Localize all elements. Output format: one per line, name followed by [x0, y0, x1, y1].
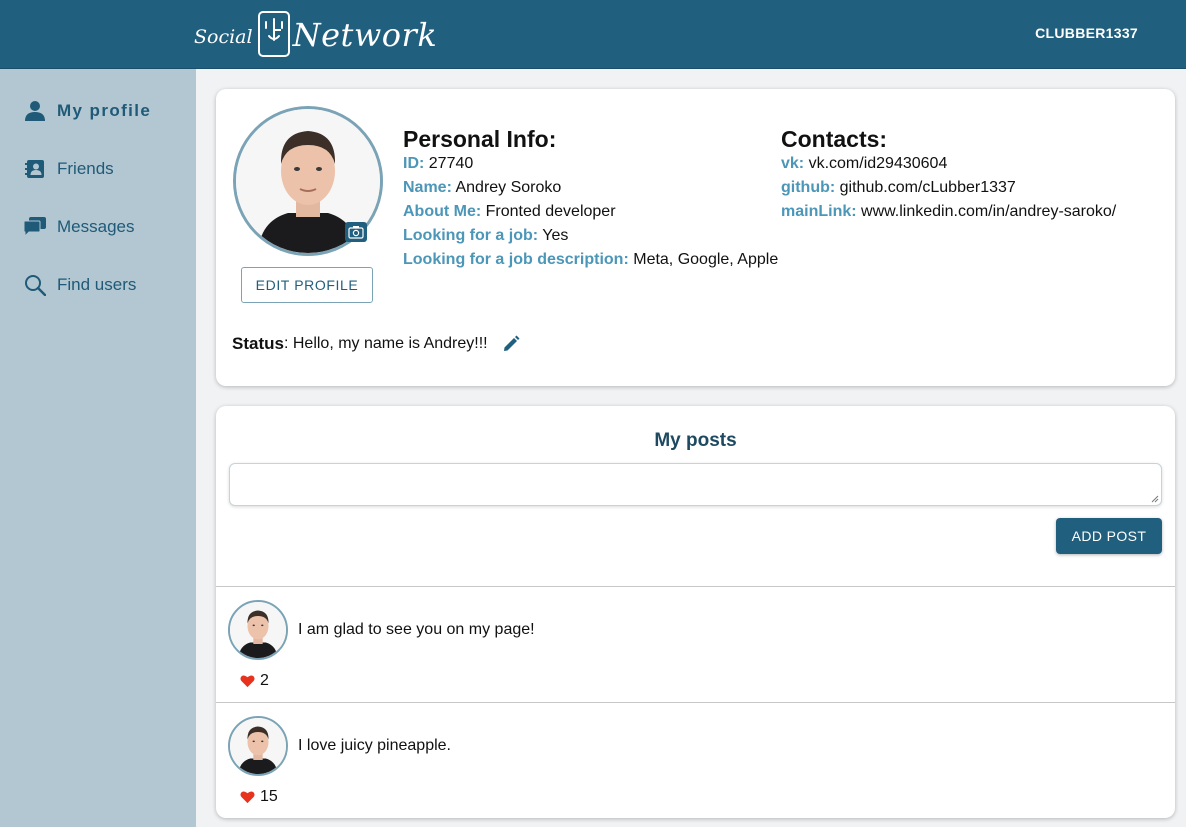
info-name-value: Andrey Soroko	[455, 179, 562, 196]
post-avatar	[228, 600, 288, 660]
info-about: About Me: Fronted developer	[403, 203, 616, 221]
contacts-title: Contacts:	[781, 126, 888, 152]
like-button[interactable]: 15	[240, 788, 278, 806]
sidebar: My profile Friends Messages Find users	[0, 69, 196, 827]
heart-icon	[240, 791, 255, 804]
app-logo[interactable]: Social Network	[194, 6, 437, 62]
contact-mainlink: mainLink: www.linkedin.com/in/andrey-sar…	[781, 203, 1116, 221]
post-item: I am glad to see you on my page! 2	[216, 586, 1175, 703]
top-header: Social Network CLUBBER1337	[0, 0, 1186, 69]
like-count: 15	[260, 788, 278, 805]
resize-handle-icon[interactable]	[1151, 495, 1159, 503]
sidebar-item-label: My profile	[57, 101, 152, 120]
post-author-photo	[230, 718, 286, 774]
logo-mark-icon	[257, 11, 290, 57]
contact-mainlink-label: mainLink:	[781, 203, 857, 220]
posts-card: My posts ADD POST I am glad to see you o…	[216, 406, 1175, 818]
info-about-label: About Me:	[403, 203, 482, 220]
heart-icon	[240, 675, 255, 688]
contact-vk-label: vk:	[781, 155, 805, 172]
info-name: Name: Andrey Soroko	[403, 179, 561, 197]
sidebar-item-label: Friends	[57, 159, 114, 178]
profile-card: EDIT PROFILE Personal Info: ID: 27740 Na…	[216, 89, 1175, 386]
edit-profile-button[interactable]: EDIT PROFILE	[241, 267, 373, 303]
contact-vk: vk: vk.com/id29430604	[781, 155, 947, 173]
posts-title: My posts	[654, 430, 737, 451]
post-text: I love juicy pineapple.	[298, 737, 451, 754]
status-text[interactable]: : Hello, my name is Andrey!!!	[284, 335, 488, 353]
info-job-description: Looking for a job description: Meta, Goo…	[403, 251, 778, 269]
current-username[interactable]: CLUBBER1337	[1035, 25, 1138, 41]
status-row: Status : Hello, my name is Andrey!!!	[232, 334, 520, 354]
sidebar-item-messages[interactable]: Messages	[24, 213, 134, 241]
sidebar-item-label: Find users	[57, 275, 137, 294]
info-looking-for-job: Looking for a job: Yes	[403, 227, 568, 245]
edit-status-pencil-icon[interactable]	[502, 335, 520, 353]
info-job-label: Looking for a job:	[403, 227, 539, 244]
person-icon	[24, 100, 46, 122]
sidebar-item-find-users[interactable]: Find users	[24, 271, 136, 299]
info-job-desc-value: Meta, Google, Apple	[633, 251, 779, 268]
sidebar-item-label: Messages	[57, 217, 135, 236]
info-job-desc-label: Looking for a job description:	[403, 251, 629, 268]
chat-icon	[24, 216, 46, 238]
info-about-value: Fronted developer	[485, 203, 616, 220]
sidebar-item-friends[interactable]: Friends	[24, 155, 114, 183]
info-name-label: Name:	[403, 179, 452, 196]
camera-icon	[348, 226, 364, 239]
post-avatar	[228, 716, 288, 776]
personal-info-title: Personal Info:	[403, 126, 557, 152]
info-id-label: ID:	[403, 155, 425, 172]
sidebar-item-my-profile[interactable]: My profile	[24, 97, 151, 125]
status-label: Status	[232, 334, 284, 353]
info-job-value: Yes	[542, 227, 569, 244]
info-id-value: 27740	[428, 155, 474, 172]
post-author-photo	[230, 602, 286, 658]
logo-network-text: Network	[292, 16, 438, 54]
contacts-icon	[24, 158, 46, 180]
info-id: ID: 27740	[403, 155, 473, 173]
contact-github-label: github:	[781, 179, 836, 196]
new-post-textarea[interactable]	[229, 463, 1162, 506]
like-count: 2	[260, 672, 269, 689]
post-item: I love juicy pineapple. 15	[216, 702, 1175, 818]
add-post-button[interactable]: ADD POST	[1056, 518, 1162, 554]
contact-github-link[interactable]: github.com/cLubber1337	[840, 179, 1016, 196]
change-photo-button[interactable]	[345, 222, 367, 242]
post-text: I am glad to see you on my page!	[298, 621, 535, 638]
like-button[interactable]: 2	[240, 672, 269, 690]
contact-github: github: github.com/cLubber1337	[781, 179, 1016, 197]
contact-mainlink-link[interactable]: www.linkedin.com/in/andrey-saroko/	[861, 203, 1116, 220]
contact-vk-link[interactable]: vk.com/id29430604	[809, 155, 948, 172]
logo-social-text: Social	[194, 26, 253, 48]
search-icon	[24, 274, 46, 296]
